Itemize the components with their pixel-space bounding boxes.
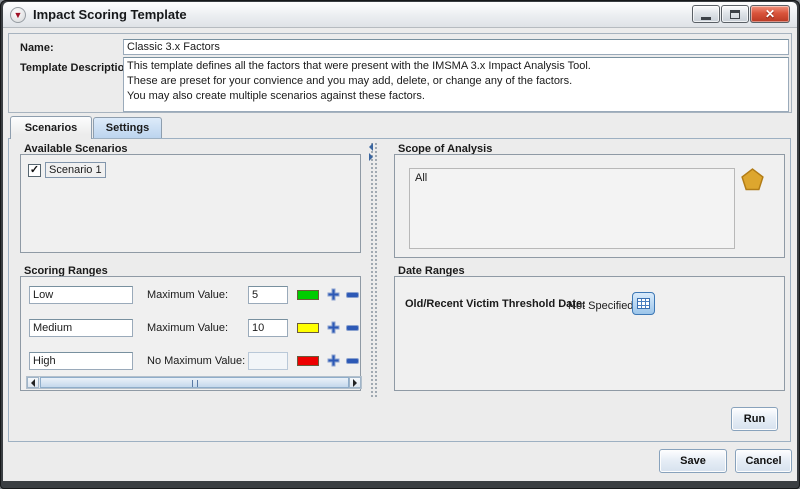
collapse-right-icon[interactable] [369,153,373,161]
close-button[interactable]: ✕ [750,5,790,23]
plus-icon [327,354,340,367]
scroll-left-icon [31,379,35,387]
app-icon: ▼ [10,7,26,23]
name-label: Name: [20,42,54,54]
horizontal-scrollbar[interactable] [26,376,362,389]
scoring-row: Maximum Value: [21,286,361,306]
tab-settings[interactable]: Settings [93,117,162,138]
scrollbar-grip [192,380,198,387]
threshold-date-value: Not Specified [568,300,633,312]
scroll-right-icon [353,379,357,387]
window-title: Impact Scoring Template [33,7,187,22]
minus-icon [346,325,359,332]
minus-icon [346,358,359,365]
description-textarea[interactable]: This template defines all the factors th… [123,57,789,112]
range-name-input[interactable] [29,286,133,304]
color-swatch[interactable] [297,323,319,333]
calendar-icon [637,298,650,309]
scope-picker-button[interactable] [740,167,765,192]
remove-range-button[interactable] [346,358,359,365]
range-value-input[interactable] [248,319,288,337]
date-ranges-box: Old/Recent Victim Threshold Date: Not Sp… [394,276,785,391]
minimize-icon [701,17,711,20]
scroll-left-button[interactable] [27,377,39,388]
scope-list[interactable]: All [409,168,735,249]
scroll-right-button[interactable] [349,377,361,388]
range-name-input[interactable] [29,352,133,370]
minus-icon [346,292,359,299]
range-value-input[interactable] [248,286,288,304]
threshold-date-label: Old/Recent Victim Threshold Date: [405,298,586,310]
scenario-label[interactable]: Scenario 1 [45,162,106,178]
range-value-input-disabled [248,352,288,370]
impact-scoring-template-dialog: ▼ Impact Scoring Template ✕ Name: Templa… [0,0,800,489]
header-panel: Name: Template Description: This templat… [8,33,792,113]
scenario-checkbox[interactable]: ✓ [28,164,41,177]
tab-scenarios-label: Scenarios [25,122,78,134]
plus-icon [327,288,340,301]
range-mid-label: Maximum Value: [147,289,228,301]
dialog-content: Name: Template Description: This templat… [3,28,797,481]
color-swatch[interactable] [297,356,319,366]
scope-box: All [394,154,785,258]
remove-range-button[interactable] [346,292,359,299]
tab-scenarios[interactable]: Scenarios [10,116,92,139]
range-mid-label: No Maximum Value: [147,355,245,367]
add-range-button[interactable] [327,288,340,301]
close-icon: ✕ [765,7,775,21]
maximize-icon [730,10,740,19]
save-button[interactable]: Save [659,449,727,473]
plus-icon [327,321,340,334]
scoring-row: Maximum Value: [21,319,361,339]
add-range-button[interactable] [327,321,340,334]
scoring-ranges-box: Maximum Value: Maximum Value: [20,276,361,391]
collapse-left-icon[interactable] [369,143,373,151]
add-range-button[interactable] [327,354,340,367]
pentagon-icon [740,167,765,192]
titlebar: ▼ Impact Scoring Template ✕ [3,2,797,28]
run-button-label: Run [744,413,765,425]
name-input[interactable] [123,39,789,55]
range-name-input[interactable] [29,319,133,337]
description-label: Template Description: [20,62,135,74]
scrollbar-thumb[interactable] [40,377,349,388]
run-button[interactable]: Run [731,407,778,431]
range-mid-label: Maximum Value: [147,322,228,334]
minimize-button[interactable] [692,5,720,23]
save-button-label: Save [680,455,706,467]
calendar-button[interactable] [632,292,655,315]
maximize-button[interactable] [721,5,749,23]
remove-range-button[interactable] [346,325,359,332]
list-item[interactable]: ✓ Scenario 1 [28,162,106,178]
color-swatch[interactable] [297,290,319,300]
scenario-list[interactable]: ✓ Scenario 1 [20,154,361,253]
cancel-button-label: Cancel [745,455,781,467]
scoring-row: No Maximum Value: [21,352,361,372]
split-divider[interactable] [369,141,377,397]
scope-item[interactable]: All [410,169,734,184]
cancel-button[interactable]: Cancel [735,449,792,473]
tab-settings-label: Settings [106,122,149,134]
